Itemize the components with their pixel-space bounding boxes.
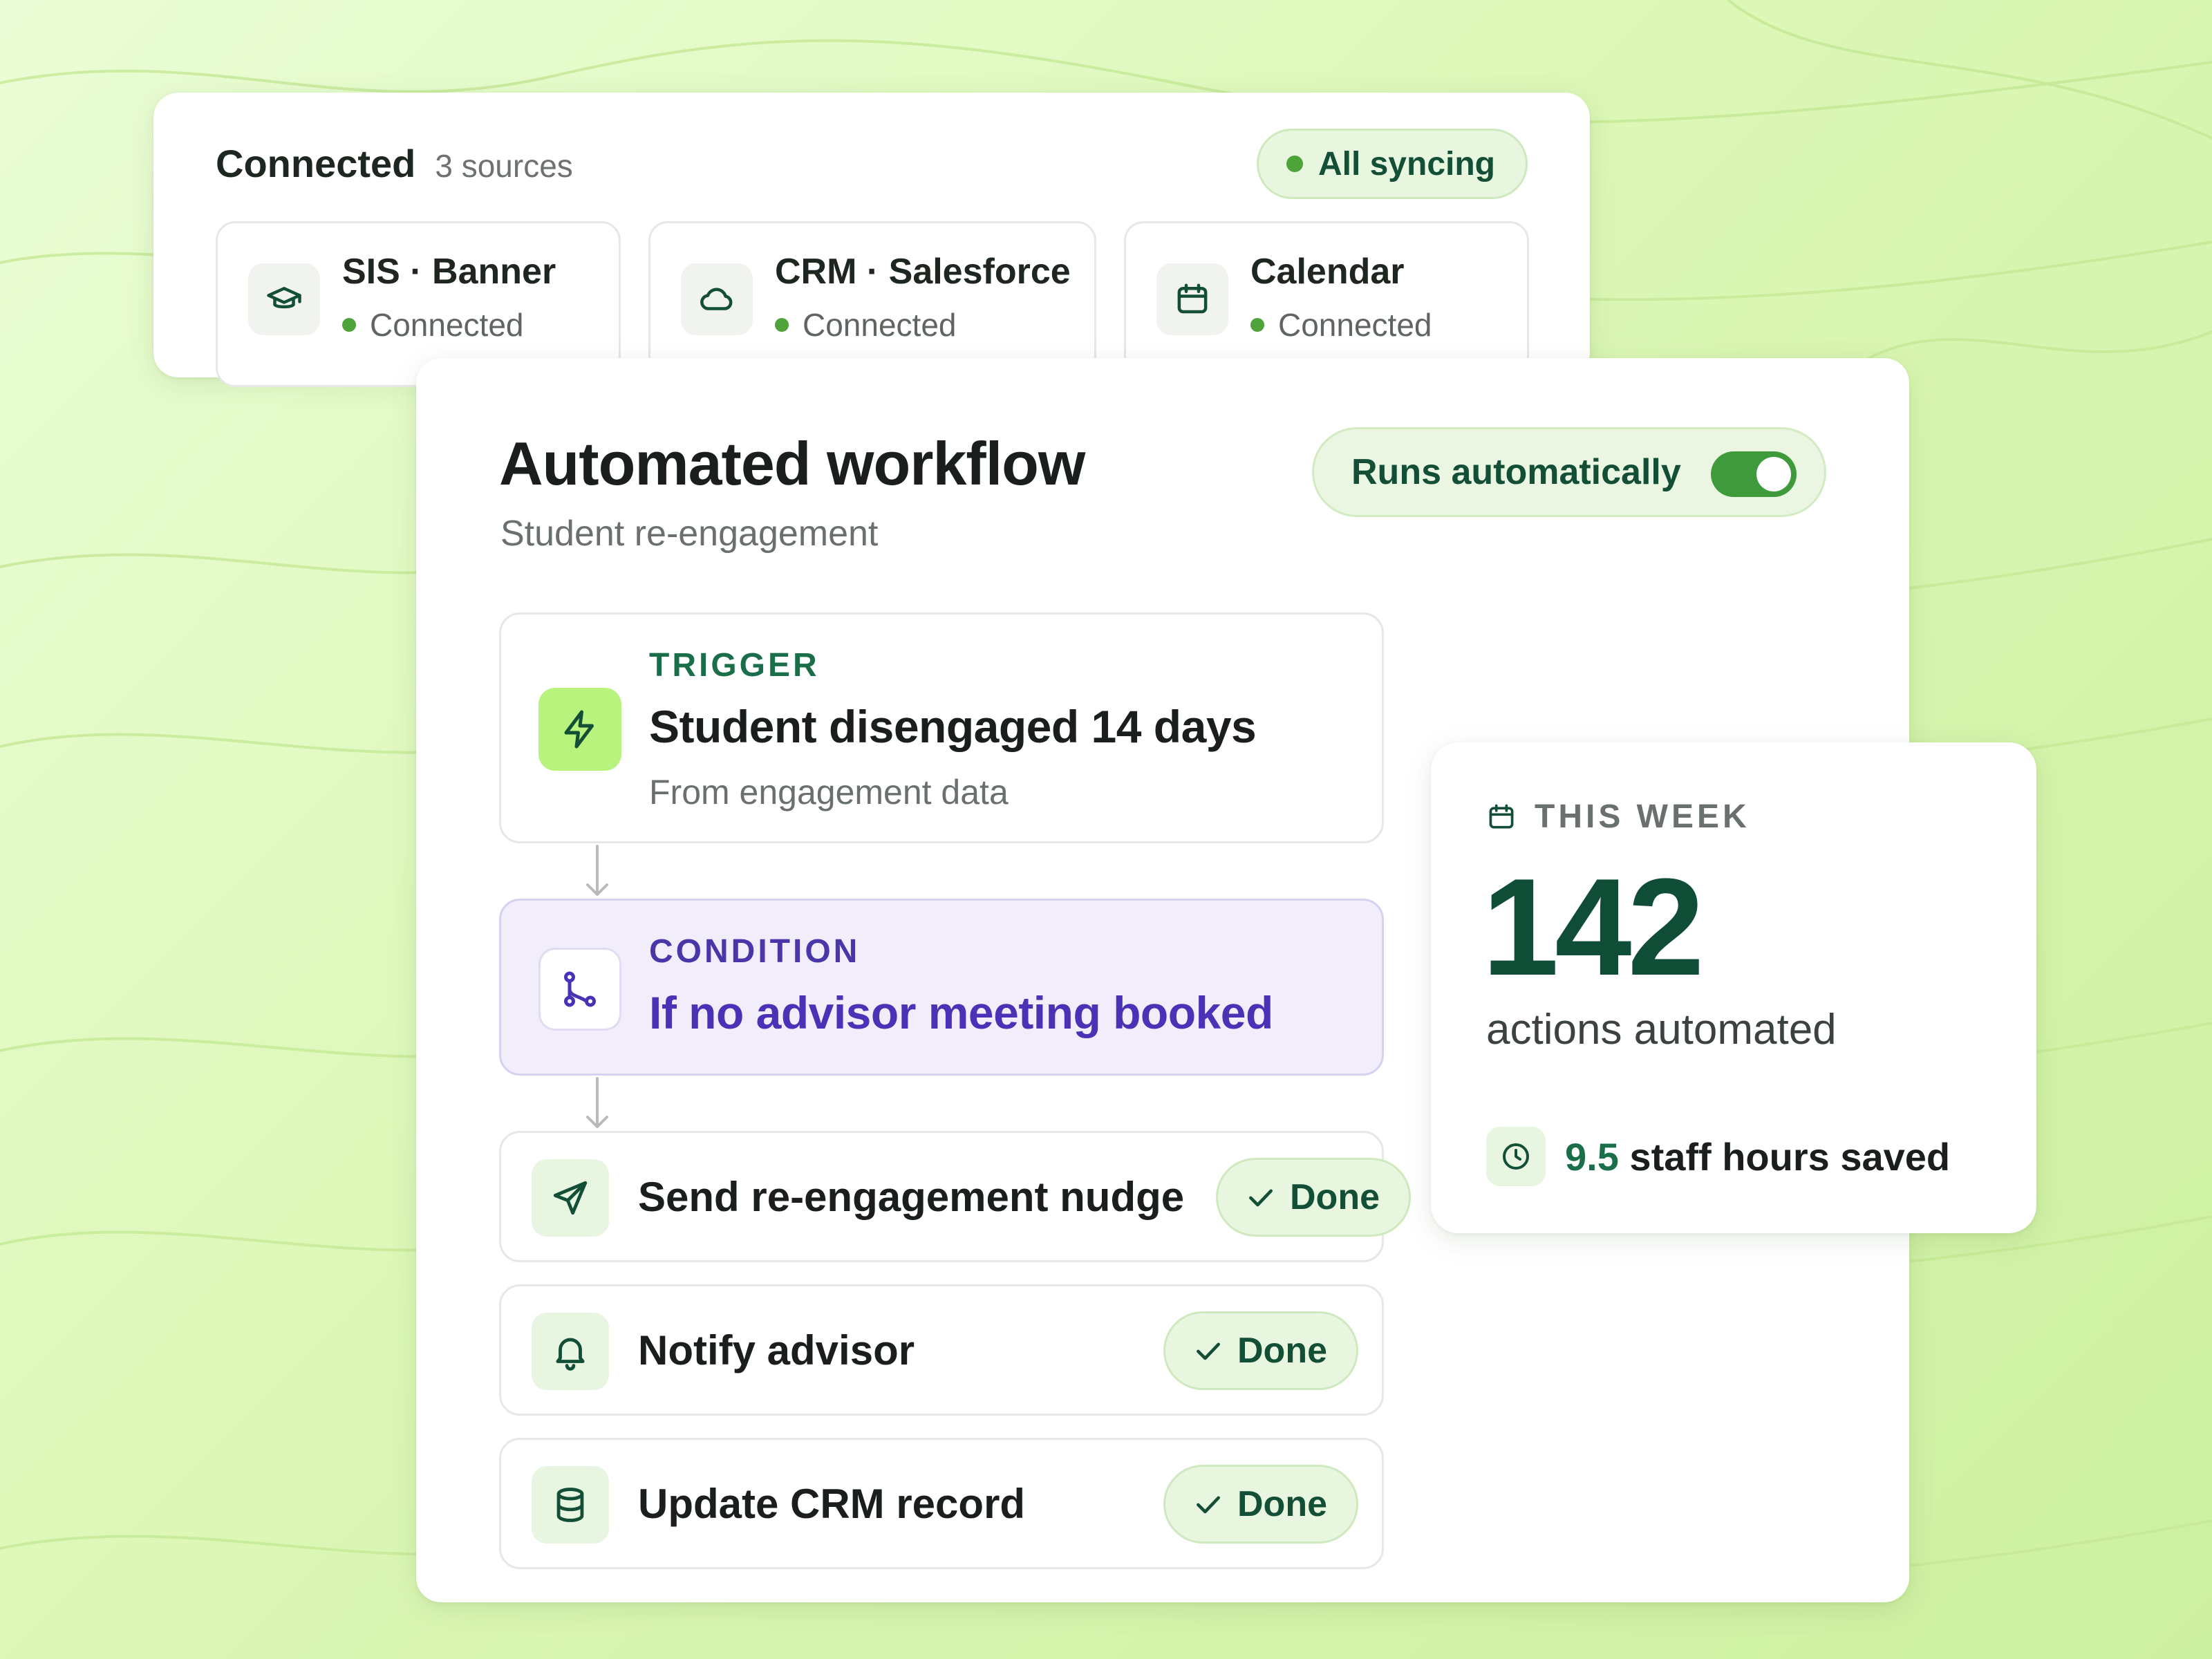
connected-sources-card: Connected 3 sources All syncing SIS · Ba… — [153, 93, 1590, 387]
clock-icon — [1486, 1127, 1546, 1186]
hours-saved-value: 9.5 — [1565, 1134, 1619, 1179]
workflow-title: Automated workflow — [499, 429, 1085, 498]
check-icon — [1197, 1496, 1220, 1514]
status-dot-icon — [1250, 318, 1264, 332]
action-send-nudge[interactable]: Send re-engagement nudge Done — [499, 1131, 1411, 1262]
staff-hours-saved: 9.5 staff hours saved — [1486, 1127, 1950, 1186]
sync-status-badge[interactable]: All syncing — [1256, 129, 1528, 199]
hours-saved-label: staff hours saved — [1618, 1134, 1951, 1179]
source-status: Connected — [342, 306, 524, 344]
graduation-cap-icon — [248, 263, 320, 335]
calendar-icon — [1156, 263, 1228, 335]
database-icon — [532, 1466, 609, 1544]
stats-period: THIS WEEK — [1486, 798, 1750, 836]
trigger-kicker: TRIGGER — [649, 647, 820, 684]
check-icon — [1197, 1342, 1220, 1360]
action-update-crm[interactable]: Update CRM record Done — [499, 1438, 1384, 1569]
runs-automatically-switch[interactable] — [1711, 451, 1797, 497]
actions-automated-count: 142 — [1482, 850, 1705, 1004]
source-status: Connected — [1250, 306, 1432, 344]
done-badge: Done — [1216, 1158, 1411, 1237]
runs-automatically-toggle-pill[interactable]: Runs automatically — [1312, 427, 1826, 517]
arrow-down-icon — [586, 845, 608, 896]
sync-dot-icon — [1286, 156, 1303, 172]
calendar-icon — [1489, 804, 1514, 828]
action-notify-advisor[interactable]: Notify advisor Done — [499, 1284, 1384, 1416]
check-icon — [1249, 1189, 1273, 1207]
source-status: Connected — [775, 306, 957, 344]
condition-kicker: CONDITION — [649, 933, 861, 970]
stats-caption: actions automated — [1486, 1006, 1837, 1053]
trigger-note: From engagement data — [649, 773, 1009, 812]
sources-title: Connected — [216, 142, 416, 185]
branch-icon — [538, 948, 621, 1031]
source-name: SIS · Banner — [342, 252, 556, 292]
trigger-step[interactable]: TRIGGER Student disengaged 14 days From … — [499, 612, 1384, 843]
sync-status-label: All syncing — [1318, 145, 1495, 182]
workflow-subtitle: Student re-engagement — [500, 514, 879, 554]
sources-header: Connected 3 sources — [216, 141, 573, 186]
action-label: Notify advisor — [638, 1327, 915, 1374]
lightning-icon — [538, 688, 621, 771]
status-dot-icon — [775, 318, 789, 332]
action-label: Update CRM record — [638, 1481, 1026, 1527]
action-label: Send re-engagement nudge — [638, 1174, 1185, 1220]
sources-count: 3 sources — [435, 148, 573, 184]
send-icon — [532, 1159, 609, 1237]
toggle-label: Runs automatically — [1351, 452, 1681, 492]
source-name: CRM · Salesforce — [775, 252, 1071, 292]
condition-step[interactable]: CONDITION If no advisor meeting booked — [499, 899, 1384, 1076]
bell-icon — [532, 1313, 609, 1390]
status-dot-icon — [342, 318, 356, 332]
done-badge: Done — [1163, 1311, 1358, 1390]
weekly-stats-card: THIS WEEK 142 actions automated 9.5 staf… — [1431, 742, 2036, 1233]
trigger-title: Student disengaged 14 days — [649, 701, 1257, 752]
source-name: Calendar — [1250, 252, 1405, 292]
condition-title: If no advisor meeting booked — [649, 987, 1273, 1038]
arrow-down-icon — [586, 1077, 608, 1128]
switch-knob — [1756, 457, 1791, 491]
done-badge: Done — [1163, 1465, 1358, 1544]
cloud-icon — [681, 263, 753, 335]
